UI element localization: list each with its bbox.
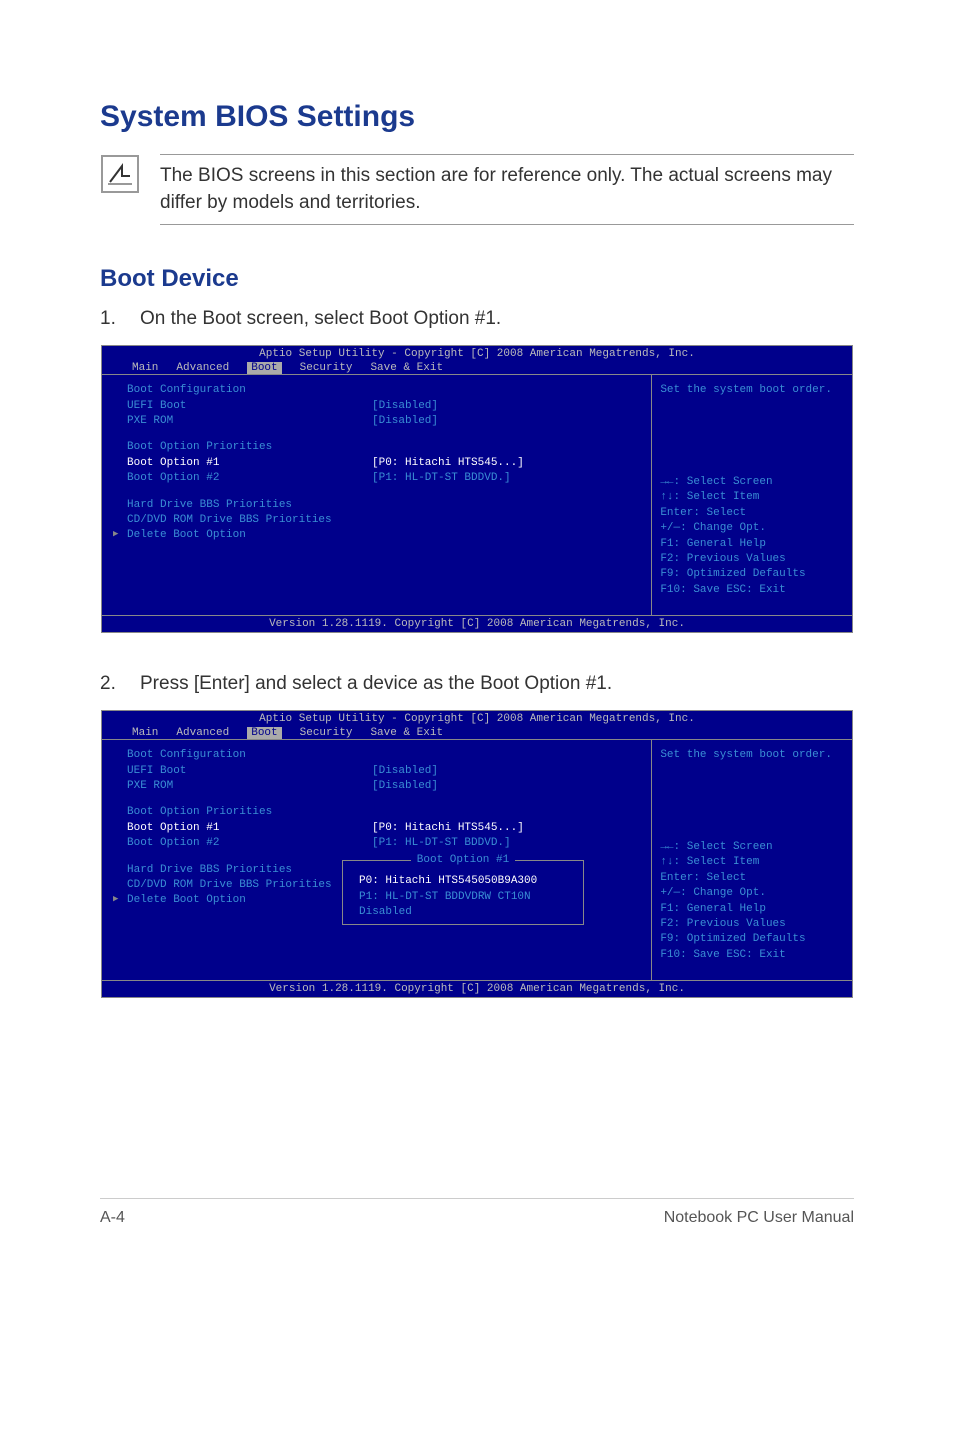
pxe-rom-value-2: [Disabled] (372, 779, 438, 794)
boot-opt1-value: [P0: Hitachi HTS545...] (372, 456, 524, 471)
note-text: The BIOS screens in this section are for… (160, 163, 854, 216)
bios-tabs-2: Main Advanced Boot Security Save & Exit (102, 725, 852, 739)
boot-opt2-value-2: [P1: HL-DT-ST BDDVD.] (372, 836, 511, 851)
key-select-item-2: ↑↓: Select Item (660, 855, 844, 870)
bios-right-2: Set the system boot order. →←: Select Sc… (651, 740, 852, 980)
bios-help-text-2: Set the system boot order. (660, 748, 844, 763)
tab-advanced[interactable]: Advanced (176, 362, 229, 374)
cddvd-bbs-label[interactable]: CD/DVD ROM Drive BBS Priorities (127, 513, 372, 528)
key-select-screen: →←: Select Screen (660, 475, 844, 490)
key-change-opt-2: +/—: Change Opt. (660, 886, 844, 901)
footer-left: A-4 (100, 1209, 125, 1227)
boot-config-label-2: Boot Configuration (127, 748, 372, 763)
bios-right-1: Set the system boot order. →←: Select Sc… (651, 375, 852, 615)
note-icon (100, 154, 140, 194)
pxe-rom-label-2[interactable]: PXE ROM (127, 779, 372, 794)
delete-boot-label-2[interactable]: Delete Boot Option (127, 893, 372, 908)
tab-main[interactable]: Main (132, 362, 158, 374)
hdd-bbs-label-2[interactable]: Hard Drive BBS Priorities (127, 863, 372, 878)
page-footer: A-4 Notebook PC User Manual (100, 1198, 854, 1227)
boot-opt2-value: [P1: HL-DT-ST BDDVD.] (372, 471, 511, 486)
tab-save-exit[interactable]: Save & Exit (370, 362, 443, 374)
boot-opt1-label-2[interactable]: Boot Option #1 (127, 821, 372, 836)
bios-keys-2: →←: Select Screen ↑↓: Select Item Enter:… (660, 840, 844, 963)
key-f2-2: F2: Previous Values (660, 917, 844, 932)
step-2-num: 2. (100, 673, 140, 695)
tab-main-2[interactable]: Main (132, 727, 158, 739)
boot-priorities-label: Boot Option Priorities (127, 440, 372, 455)
boot-config-label: Boot Configuration (127, 383, 372, 398)
note-section: The BIOS screens in this section are for… (100, 154, 854, 225)
boot-option-popup: Boot Option #1 P0: Hitachi HTS545050B9A3… (342, 860, 584, 925)
popup-item-3[interactable]: Disabled (353, 905, 573, 920)
tab-security-2[interactable]: Security (300, 727, 353, 739)
page-title: System BIOS Settings (100, 100, 854, 134)
bios-header-1: Aptio Setup Utility - Copyright [C] 2008… (102, 346, 852, 360)
key-enter-2: Enter: Select (660, 871, 844, 886)
key-f1-2: F1: General Help (660, 902, 844, 917)
delete-boot-label[interactable]: Delete Boot Option (127, 528, 372, 543)
step-2: 2. Press [Enter] and select a device as … (100, 673, 854, 695)
key-f2: F2: Previous Values (660, 552, 844, 567)
tab-advanced-2[interactable]: Advanced (176, 727, 229, 739)
bios-tabs-1: Main Advanced Boot Security Save & Exit (102, 360, 852, 374)
bios-left-1: Boot Configuration UEFI Boot[Disabled] P… (102, 375, 651, 615)
bios-help-text: Set the system boot order. (660, 383, 844, 398)
boot-opt2-label-2[interactable]: Boot Option #2 (127, 836, 372, 851)
boot-priorities-label-2: Boot Option Priorities (127, 805, 372, 820)
bios-panel-1: Aptio Setup Utility - Copyright [C] 2008… (101, 345, 853, 633)
boot-opt1-label[interactable]: Boot Option #1 (127, 456, 372, 471)
bios-header-2: Aptio Setup Utility - Copyright [C] 2008… (102, 711, 852, 725)
boot-opt2-label[interactable]: Boot Option #2 (127, 471, 372, 486)
step-1-num: 1. (100, 308, 140, 330)
key-f9-2: F9: Optimized Defaults (660, 932, 844, 947)
popup-item-1[interactable]: P0: Hitachi HTS545050B9A300 (353, 874, 573, 889)
step-1-text: On the Boot screen, select Boot Option #… (140, 308, 501, 330)
hdd-bbs-label[interactable]: Hard Drive BBS Priorities (127, 498, 372, 513)
pxe-rom-value: [Disabled] (372, 414, 438, 429)
key-enter: Enter: Select (660, 506, 844, 521)
step-2-text: Press [Enter] and select a device as the… (140, 673, 612, 695)
bios-left-2: Boot Configuration UEFI Boot[Disabled] P… (102, 740, 651, 980)
bios-keys: →←: Select Screen ↑↓: Select Item Enter:… (660, 475, 844, 598)
uefi-boot-label-2[interactable]: UEFI Boot (127, 764, 372, 779)
bios-footer-1: Version 1.28.1119. Copyright [C] 2008 Am… (102, 615, 852, 632)
tab-boot[interactable]: Boot (247, 362, 281, 374)
uefi-boot-value-2: [Disabled] (372, 764, 438, 779)
tab-save-exit-2[interactable]: Save & Exit (370, 727, 443, 739)
uefi-boot-value: [Disabled] (372, 399, 438, 414)
key-f1: F1: General Help (660, 537, 844, 552)
footer-right: Notebook PC User Manual (664, 1209, 854, 1227)
tab-boot-2[interactable]: Boot (247, 727, 281, 739)
popup-item-2[interactable]: P1: HL-DT-ST BDDVDRW CT10N (353, 890, 573, 905)
key-f10-2: F10: Save ESC: Exit (660, 948, 844, 963)
uefi-boot-label[interactable]: UEFI Boot (127, 399, 372, 414)
cddvd-bbs-label-2[interactable]: CD/DVD ROM Drive BBS Priorities (127, 878, 372, 893)
key-f10: F10: Save ESC: Exit (660, 583, 844, 598)
bios-footer-2: Version 1.28.1119. Copyright [C] 2008 Am… (102, 980, 852, 997)
step-1: 1. On the Boot screen, select Boot Optio… (100, 308, 854, 330)
boot-opt1-value-2: [P0: Hitachi HTS545...] (372, 821, 524, 836)
bios-panel-2: Aptio Setup Utility - Copyright [C] 2008… (101, 710, 853, 998)
popup-title: Boot Option #1 (411, 854, 515, 866)
key-select-screen-2: →←: Select Screen (660, 840, 844, 855)
pxe-rom-label[interactable]: PXE ROM (127, 414, 372, 429)
key-select-item: ↑↓: Select Item (660, 490, 844, 505)
key-change-opt: +/—: Change Opt. (660, 521, 844, 536)
key-f9: F9: Optimized Defaults (660, 567, 844, 582)
section-subtitle: Boot Device (100, 265, 854, 293)
tab-security[interactable]: Security (300, 362, 353, 374)
